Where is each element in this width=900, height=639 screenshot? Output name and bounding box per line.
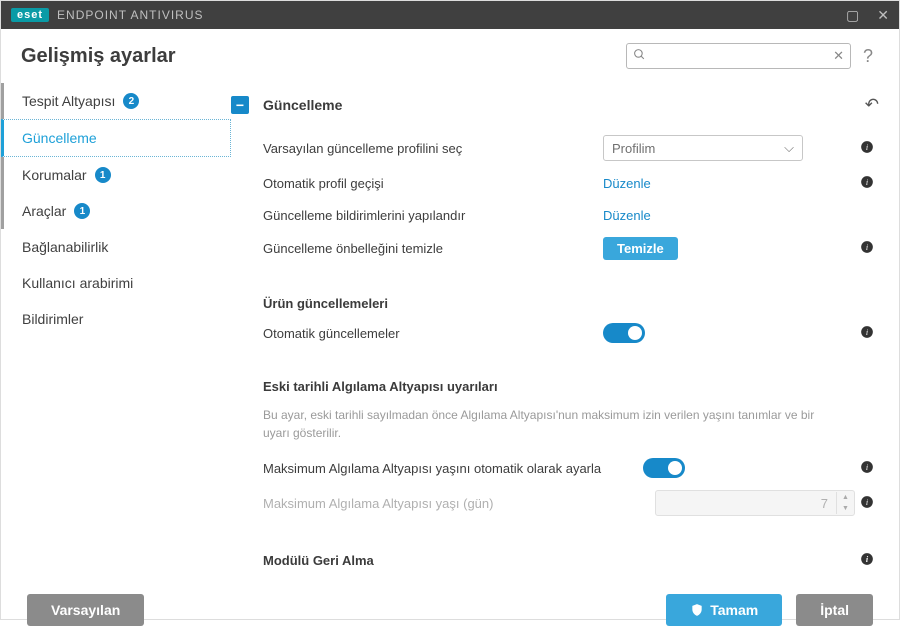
profile-select-value: Profilim [612,141,655,156]
row-label-autoprofile: Otomatik profil geçişi [263,176,603,191]
engine-days-value: 7 [656,496,836,511]
content-panel: − Güncelleme ↶ Varsayılan güncelleme pro… [231,77,899,581]
edit-autoprofile-link[interactable]: Düzenle [603,176,651,191]
titlebar: eset ENDPOINT ANTIVIRUS ▢ ✕ [1,1,899,29]
engine-age-description: Bu ayar, eski tarihli sayılmadan önce Al… [231,400,879,452]
sidebar-badge: 1 [95,167,111,183]
row-label-engine-days: Maksimum Algılama Altyapısı yaşı (gün) [263,496,603,511]
info-icon[interactable]: i [855,140,879,157]
subheading-engine-age: Eski tarihli Algılama Altyapısı uyarılar… [231,349,879,400]
sidebar-item-label: Tespit Altyapısı [22,93,115,109]
info-icon[interactable]: i [855,240,879,257]
engine-days-stepper: 7 ▲▼ [655,490,855,516]
row-label-profile: Varsayılan güncelleme profilini seç [263,141,603,156]
revert-icon[interactable]: ↶ [865,95,879,115]
search-icon [633,48,646,64]
sidebar-item-update[interactable]: Güncelleme [1,119,231,157]
search-input[interactable] [652,49,827,63]
sidebar-badge: 2 [123,93,139,109]
header: Gelişmiş ayarlar ✕ ? [1,29,899,77]
info-icon[interactable]: i [855,325,879,342]
sidebar-item-label: Bağlanabilirlik [22,239,108,255]
row-label-notify: Güncelleme bildirimlerini yapılandır [263,208,603,223]
sidebar-item-label: Kullanıcı arabirimi [22,275,133,291]
sidebar-item-detection[interactable]: Tespit Altyapısı 2 [1,83,231,119]
sidebar-badge: 1 [74,203,90,219]
row-label-autoupdate: Otomatik güncellemeler [263,326,603,341]
profile-select[interactable]: Profilim ⌵ [603,135,803,161]
edit-notify-link[interactable]: Düzenle [603,208,651,223]
clear-cache-button[interactable]: Temizle [603,237,678,260]
sidebar-item-ui[interactable]: Kullanıcı arabirimi [1,265,231,301]
info-icon[interactable]: i [855,460,879,477]
info-icon[interactable]: i [855,552,879,569]
info-icon[interactable]: i [855,175,879,192]
sidebar-item-label: Araçlar [22,203,66,219]
row-label-clearcache: Güncelleme önbelleğini temizle [263,241,603,256]
cancel-button[interactable]: İptal [796,594,873,626]
help-icon[interactable]: ? [863,46,873,67]
search-box[interactable]: ✕ [626,43,851,69]
stepper-down-icon[interactable]: ▼ [837,503,854,514]
chevron-down-icon: ⌵ [784,140,794,156]
footer: Varsayılan Tamam İptal [1,581,899,639]
collapse-icon[interactable]: − [231,96,249,114]
engine-age-auto-toggle[interactable] [643,458,685,478]
sidebar-item-notifications[interactable]: Bildirimler [1,301,231,337]
window-maximize-icon[interactable]: ▢ [846,7,859,24]
shield-icon [690,603,704,617]
stepper-up-icon[interactable]: ▲ [837,492,854,503]
page-title: Gelişmiş ayarlar [21,45,176,68]
ok-button[interactable]: Tamam [666,594,782,626]
sidebar-item-connectivity[interactable]: Bağlanabilirlik [1,229,231,265]
clear-search-icon[interactable]: ✕ [833,48,844,64]
subheading-rollback: Modülü Geri Alma [263,553,374,568]
section-title: Güncelleme [263,97,342,113]
subheading-product-updates: Ürün güncellemeleri [231,266,879,317]
sidebar-item-label: Güncelleme [22,130,97,146]
product-name: ENDPOINT ANTIVIRUS [57,8,203,22]
auto-update-toggle[interactable] [603,323,645,343]
row-label-engine-auto: Maksimum Algılama Altyapısı yaşını otoma… [263,461,643,476]
sidebar-item-protections[interactable]: Korumalar 1 [1,157,231,193]
sidebar: Tespit Altyapısı 2 Güncelleme Korumalar … [1,77,231,581]
sidebar-item-tools[interactable]: Araçlar 1 [1,193,231,229]
window-close-icon[interactable]: ✕ [877,7,889,24]
ok-label: Tamam [710,602,758,618]
sidebar-item-label: Korumalar [22,167,87,183]
info-icon[interactable]: i [855,495,879,512]
brand-logo: eset [11,8,49,22]
defaults-button[interactable]: Varsayılan [27,594,144,626]
sidebar-item-label: Bildirimler [22,311,83,327]
